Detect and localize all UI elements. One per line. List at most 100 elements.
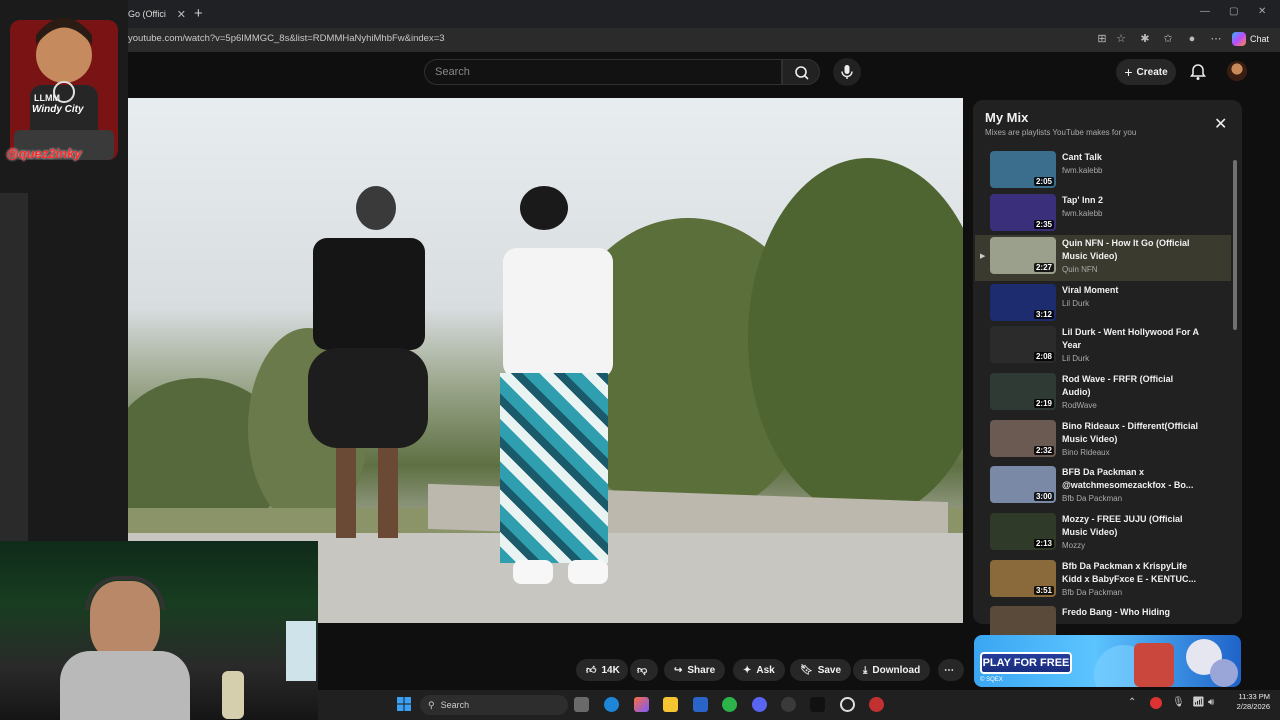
url-field[interactable]: youtube.com/watch?v=5p6IMMGC_8s&list=RDM… (128, 33, 445, 44)
volume-icon[interactable]: 🔊︎ (1208, 697, 1214, 708)
tray-chevron-icon[interactable]: ⌃ (1128, 697, 1136, 708)
store-icon[interactable] (693, 697, 708, 712)
wifi-icon[interactable]: 📶︎ (1192, 697, 1205, 708)
playlist-item-title: Fredo Bang - Who Hiding (1062, 607, 1170, 617)
playlist-item[interactable]: 3:00 BFB Da Packman x @watchmesomezackfox… (975, 464, 1231, 510)
tab-title: Go (Offici (128, 9, 166, 19)
playlist-item-title: Bino Rideaux - Different(Official Music … (1062, 421, 1199, 444)
playlist-item-channel: Quin NFN (1062, 265, 1098, 274)
taskbar-clock[interactable]: 11:33 PM 2/28/2026 (1226, 692, 1270, 712)
playlist-item-channel: Bfb Da Packman (1062, 588, 1123, 597)
playlist-item-channel: Bino Rideaux (1062, 448, 1110, 457)
like-button[interactable]: 👍︎ 14K (576, 659, 628, 681)
webcam-headphones (85, 576, 165, 610)
playlist-item-title: Bfb Da Packman x KrispyLife Kidd x BabyF… (1062, 561, 1197, 584)
search-input[interactable]: Search (424, 59, 782, 85)
recording-app-icon[interactable] (869, 697, 884, 712)
create-button[interactable]: + Create (1116, 59, 1176, 85)
notifications-bell-icon[interactable] (1188, 62, 1208, 82)
playlist-scrollbar[interactable] (1232, 150, 1238, 620)
playlist-item-title: Cant Talk (1062, 152, 1102, 162)
tray-app-icon[interactable] (1150, 697, 1162, 709)
tray-mic-icon[interactable]: 🎙︎ (1172, 697, 1185, 708)
playlist-item-title: Mozzy - FREE JUJU (Official Music Video) (1062, 514, 1183, 537)
playlist-item-title: Tap' Inn 2 (1062, 195, 1103, 205)
webcam-bottle (222, 671, 244, 719)
save-button[interactable]: 🔖︎ Save (790, 659, 852, 681)
taskbar-search-label: Search (440, 700, 470, 710)
playlist-title: My Mix (985, 110, 1029, 125)
playlist-item-thumbnail: 2:05 (990, 151, 1056, 188)
playlist-item-duration: 3:12 (1033, 310, 1054, 319)
bookmark-icon: 🔖︎ (800, 664, 813, 676)
download-icon: ⤓ (863, 664, 868, 676)
playlist-item[interactable]: ▶ 2:27 Quin NFN - How It Go (Official Musi… (975, 235, 1231, 281)
windows-start-icon[interactable] (396, 696, 412, 712)
playlist-close-icon[interactable]: ✕ (1214, 114, 1227, 134)
playlist-item[interactable]: 2:19 Rod Wave - FRFR (Official Audio) RodW… (975, 371, 1231, 417)
dislike-button[interactable]: 👎︎ (630, 659, 658, 681)
new-tab-icon[interactable]: + (194, 5, 203, 22)
audio-app-icon[interactable] (810, 697, 825, 712)
playlist-item-thumbnail: 3:00 (990, 466, 1056, 503)
playlist-item[interactable]: 2:13 Mozzy - FREE JUJU (Official Music Vi… (975, 511, 1231, 557)
playlist-item-thumbnail: 2:35 (990, 194, 1056, 231)
edge-browser-icon[interactable] (604, 697, 619, 712)
video-person-shorts (308, 348, 428, 448)
favorite-star-icon[interactable]: ☆ (1114, 32, 1128, 46)
plus-icon: + (1124, 64, 1133, 80)
app-available-icon[interactable]: ⊞ (1095, 32, 1109, 46)
share-icon: ↪ (674, 664, 683, 676)
window-close-icon[interactable]: ✕ (1258, 6, 1266, 17)
obs-icon[interactable] (781, 697, 796, 712)
tab-close-icon[interactable]: ✕ (177, 8, 186, 21)
taskbar-search-icon: ⚲ (428, 699, 435, 710)
extensions-icon[interactable]: ✱ (1138, 32, 1152, 46)
account-avatar[interactable] (1227, 61, 1247, 81)
more-actions-button[interactable]: ⋯ (938, 659, 964, 681)
playlist-item-title: Rod Wave - FRFR (Official Audio) (1062, 374, 1174, 397)
video-person-leg (378, 448, 398, 538)
game-launcher-icon[interactable] (722, 697, 737, 712)
playlist-item[interactable]: 2:32 Bino Rideaux - Different(Official Mu… (975, 418, 1231, 464)
favorites-icon[interactable]: ✩ (1161, 32, 1175, 46)
copilot-chat-button[interactable]: Chat (1232, 32, 1269, 46)
ad-play-button[interactable]: PLAY FOR FREE (980, 652, 1072, 674)
minimize-icon[interactable]: — (1200, 6, 1210, 17)
playlist-item-thumbnail: 3:51 (990, 560, 1056, 597)
streamer-logo-overlay: LLMM Windy City @quez2inky (0, 0, 128, 193)
more-menu-icon[interactable]: ⋯ (1209, 32, 1223, 46)
video-person-leg (336, 448, 356, 538)
file-explorer-app-icon[interactable] (574, 697, 589, 712)
playlist-item[interactable]: 2:05 Cant Talk fwm.kalebb (975, 149, 1231, 195)
folder-icon[interactable] (663, 697, 678, 712)
streaming-app-icon[interactable] (840, 697, 855, 712)
playlist-item[interactable]: 2:35 Tap' Inn 2 fwm.kalebb (975, 192, 1231, 238)
playlist-item-channel: Lil Durk (1062, 354, 1090, 363)
browser-tab[interactable]: Go (Offici ✕ (128, 4, 190, 24)
playlist-item-channel: Lil Durk (1062, 299, 1090, 308)
download-button[interactable]: ⤓ Download (853, 659, 931, 681)
playlist-item-duration: 3:00 (1033, 492, 1054, 501)
playlist-item[interactable]: 3:12 Viral Moment Lil Durk (975, 282, 1231, 328)
thumbs-up-icon: 👍︎ (586, 665, 597, 676)
voice-search-button[interactable] (833, 58, 861, 86)
clock-date: 2/28/2026 (1236, 702, 1270, 711)
share-button[interactable]: ↪ Share (664, 659, 726, 681)
playlist-item-duration: 2:13 (1033, 539, 1054, 548)
scrollbar-thumb[interactable] (1233, 160, 1237, 330)
logo-line-1: LLMM (34, 93, 60, 103)
profile-icon[interactable]: ● (1185, 32, 1199, 46)
playlist-item[interactable]: 2:08 Lil Durk - Went Hollywood For A Year… (975, 324, 1231, 370)
like-count: 14K (601, 664, 620, 676)
ask-button[interactable]: ✦ Ask (733, 659, 785, 681)
taskbar-search[interactable]: ⚲ Search (420, 695, 568, 715)
copilot-app-icon[interactable] (634, 697, 649, 712)
maximize-icon[interactable]: ▢ (1229, 6, 1238, 17)
search-button[interactable] (782, 59, 820, 85)
discord-icon[interactable] (752, 697, 767, 712)
playlist-item-thumbnail: 2:08 (990, 326, 1056, 363)
playlist-item[interactable]: 3:51 Bfb Da Packman x KrispyLife Kidd x B… (975, 558, 1231, 604)
playlist-item-channel: Mozzy (1062, 541, 1086, 550)
video-person-shirt (503, 248, 613, 378)
